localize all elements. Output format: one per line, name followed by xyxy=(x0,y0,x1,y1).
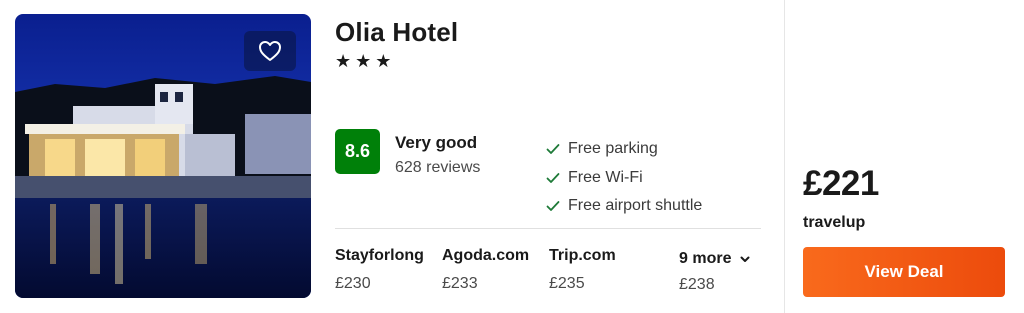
provider-name: Stayforlong xyxy=(335,247,424,264)
provider-price: £230 xyxy=(335,275,371,292)
provider-name: Agoda.com xyxy=(442,247,530,264)
amenity-label: Free parking xyxy=(568,140,658,158)
rating-score-badge: 8.6 xyxy=(335,129,380,174)
star-rating: ★★★ xyxy=(335,51,396,72)
best-price-provider: travelup xyxy=(803,214,866,231)
hotel-result-card: Olia Hotel ★★★ 8.6 Very good 628 reviews… xyxy=(0,0,1024,313)
amenity-item: Free parking xyxy=(545,135,702,164)
provider-offer[interactable]: Stayforlong £230 xyxy=(335,247,424,293)
section-divider xyxy=(335,228,761,229)
checkmark-icon xyxy=(545,170,561,186)
chevron-down-icon xyxy=(739,253,751,265)
provider-name: Trip.com xyxy=(549,247,616,264)
amenity-item: Free Wi-Fi xyxy=(545,164,702,193)
more-deals-dropdown[interactable]: 9 more xyxy=(679,250,751,268)
rating-label: Very good xyxy=(395,133,478,152)
best-price: £221 xyxy=(803,164,879,203)
checkmark-icon xyxy=(545,141,561,157)
provider-price: £233 xyxy=(442,275,478,292)
amenities-list: Free parking Free Wi-Fi Free airport shu… xyxy=(545,135,702,221)
provider-offer[interactable]: Trip.com £235 xyxy=(549,247,616,293)
provider-offer[interactable]: Agoda.com £233 xyxy=(442,247,529,293)
more-deals-price: £238 xyxy=(679,276,715,293)
provider-price: £235 xyxy=(549,275,585,292)
column-divider xyxy=(784,0,785,313)
checkmark-icon xyxy=(545,198,561,214)
hotel-name[interactable]: Olia Hotel xyxy=(335,17,458,48)
review-count[interactable]: 628 reviews xyxy=(395,159,480,177)
favorite-button[interactable] xyxy=(244,31,296,71)
heart-outline-icon xyxy=(258,40,282,62)
amenity-label: Free Wi-Fi xyxy=(568,168,643,186)
amenity-label: Free airport shuttle xyxy=(568,197,703,215)
more-deals-label: 9 more xyxy=(679,250,732,267)
amenity-item: Free airport shuttle xyxy=(545,192,702,221)
view-deal-button[interactable]: View Deal xyxy=(803,247,1005,297)
